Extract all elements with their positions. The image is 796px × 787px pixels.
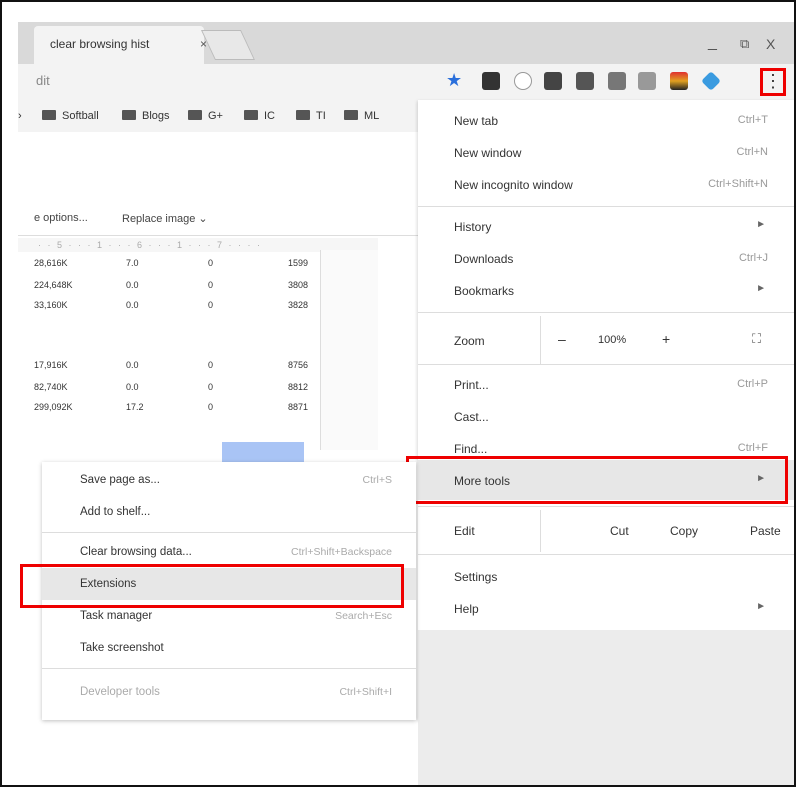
menu-divider [418,554,794,555]
zoom-divider [540,316,541,364]
extension-flag-icon[interactable] [670,72,688,90]
menu-item-new-tab[interactable]: New tab Ctrl+T [418,104,794,136]
minimize-icon[interactable]: _ [708,34,717,52]
tab-strip: clear browsing hist × _ ⧉ X [18,22,794,64]
bookmark-overflow[interactable]: › [18,110,22,122]
image-options-button[interactable]: e options... [34,212,88,224]
address-bar: dit ★ ⋮ [18,64,794,100]
menu-item-history[interactable]: History ► [418,210,794,242]
bookmarks-bar: › Softball Blogs G+ IC TI ML [18,100,418,132]
menu-item-downloads[interactable]: Downloads Ctrl+J [418,242,794,274]
restore-icon[interactable]: ⧉ [740,36,749,52]
extensions-highlight [20,564,404,608]
menu-item-edit: Edit Cut Copy Paste [418,510,794,552]
extension-diamond-icon[interactable] [701,71,721,91]
menu-divider [42,668,416,669]
folder-icon [42,110,56,120]
doc-margin [320,250,378,450]
cut-button[interactable]: Cut [610,524,629,538]
submenu-item-developer-tools: Developer tools Ctrl+Shift+I [80,686,392,698]
more-vert-icon: ⋮ [764,71,782,91]
extension-g-icon[interactable] [638,72,656,90]
bookmark-softball[interactable]: Softball [42,110,99,122]
menu-item-help[interactable]: Help ► [418,592,794,624]
extension-grid-icon[interactable] [608,72,626,90]
chrome-menu-button[interactable]: ⋮ [760,68,786,96]
chevron-right-icon: ► [756,601,766,612]
bookmark-gplus[interactable]: G+ [188,110,223,122]
screenshot-frame: clear browsing hist × _ ⧉ X dit ★ ⋮ › So… [0,0,796,787]
chevron-right-icon: ► [756,219,766,230]
close-window-icon[interactable]: X [766,36,775,52]
replace-image-button[interactable]: Replace image ⌄ [122,212,208,225]
omnibox-text[interactable]: dit [36,73,50,88]
submenu-item-save-page[interactable]: Save page as... Ctrl+S [42,464,416,496]
menu-item-settings[interactable]: Settings [418,560,794,592]
chrome-main-menu: New tab Ctrl+T New window Ctrl+N New inc… [406,100,794,785]
submenu-item-add-to-shelf[interactable]: Add to shelf... [42,496,416,528]
doc-blue-button[interactable] [222,442,304,464]
folder-icon [296,110,310,120]
doc-toolbar: e options... Replace image ⌄ [18,200,418,236]
menu-divider [418,206,794,207]
chevron-right-icon: ► [756,283,766,294]
submenu-item-take-screenshot[interactable]: Take screenshot [42,632,416,664]
extension-note-icon[interactable] [544,72,562,90]
menu-item-print[interactable]: Print... Ctrl+P [418,368,794,400]
bookmark-ml[interactable]: ML [344,110,379,122]
copy-button[interactable]: Copy [670,524,698,538]
folder-icon [344,110,358,120]
extension-c-icon[interactable] [576,72,594,90]
menu-divider [418,312,794,313]
menu-divider [42,532,416,533]
menu-item-bookmarks[interactable]: Bookmarks ► [418,274,794,306]
zoom-level: 100% [598,334,627,346]
paste-button[interactable]: Paste [750,524,781,538]
zoom-out-button[interactable]: – [558,331,566,347]
menu-item-cast[interactable]: Cast... [418,400,794,432]
bookmark-ic[interactable]: IC [244,110,275,122]
extension-film-icon[interactable] [482,72,500,90]
menu-item-new-window[interactable]: New window Ctrl+N [418,136,794,168]
more-tools-highlight [406,456,788,504]
edit-divider [540,510,541,552]
menu-footer [418,630,794,785]
bookmark-blogs[interactable]: Blogs [122,110,170,122]
menu-item-zoom: Zoom – 100% + ⛶ [418,316,794,364]
zoom-in-button[interactable]: + [662,331,670,347]
bookmark-ti[interactable]: TI [296,110,326,122]
tab-title: clear browsing hist [50,37,150,51]
menu-divider [418,364,794,365]
folder-icon [188,110,202,120]
menu-divider [418,506,794,507]
bookmark-star-icon[interactable]: ★ [446,70,462,91]
extension-clock-icon[interactable] [514,72,532,90]
browser-tab[interactable]: clear browsing hist [34,26,204,64]
new-tab-button[interactable] [201,30,255,60]
fullscreen-icon[interactable]: ⛶ [752,331,761,347]
folder-icon [244,110,258,120]
folder-icon [122,110,136,120]
menu-item-new-incognito[interactable]: New incognito window Ctrl+Shift+N [418,168,794,200]
